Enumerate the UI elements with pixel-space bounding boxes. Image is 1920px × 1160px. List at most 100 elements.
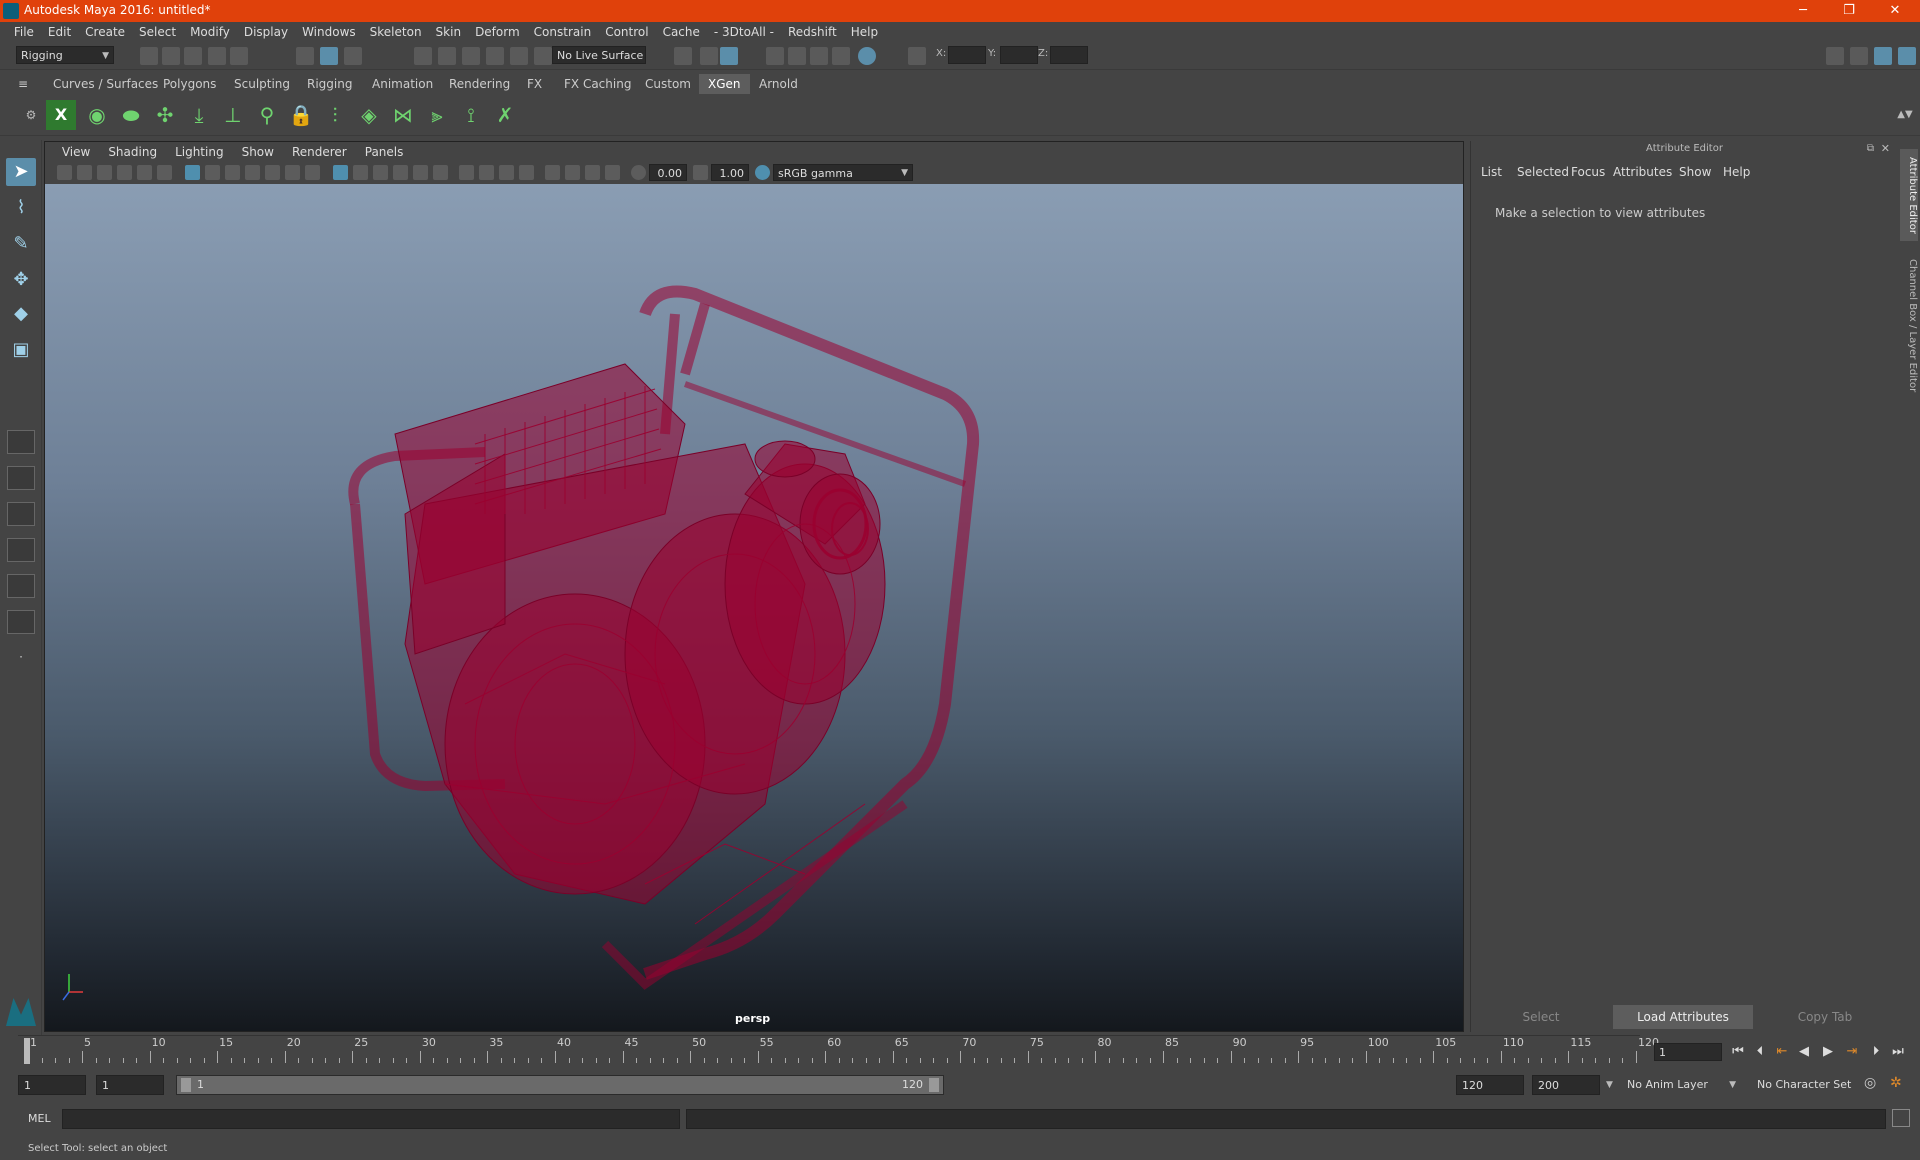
wireframe-on-shaded-icon[interactable] — [373, 165, 388, 180]
command-input[interactable] — [62, 1109, 680, 1129]
select-by-component-icon[interactable] — [344, 47, 362, 65]
menu-deform[interactable]: Deform — [468, 22, 527, 42]
four-view-layout-icon[interactable] — [7, 466, 35, 490]
snap-curve-icon[interactable] — [438, 47, 456, 65]
tab-rigging[interactable]: Rigging — [298, 74, 361, 94]
xray-joints-icon[interactable] — [585, 165, 600, 180]
attr-menu-selected[interactable]: Selected — [1517, 165, 1569, 179]
xgen-create-description-icon[interactable]: ⬬ — [116, 100, 146, 130]
screen-space-ao-icon[interactable] — [459, 165, 474, 180]
tab-animation[interactable]: Animation — [363, 74, 442, 94]
select-tool-icon[interactable]: ➤ — [6, 158, 36, 186]
snap-view-plane-icon[interactable] — [486, 47, 504, 65]
tab-polygons[interactable]: Polygons — [154, 74, 225, 94]
playback-end-field[interactable]: 120 — [1456, 1075, 1524, 1095]
minimize-button[interactable]: ─ — [1780, 0, 1826, 22]
open-scene-icon[interactable] — [162, 47, 180, 65]
xgen-curves-icon[interactable]: ⟟ — [456, 100, 486, 130]
single-perspective-layout-icon[interactable] — [7, 430, 35, 454]
current-frame-field[interactable]: 1 — [1654, 1043, 1722, 1061]
transform-constraint-icon[interactable] — [908, 47, 926, 65]
range-start-handle[interactable] — [181, 1078, 191, 1092]
new-scene-icon[interactable] — [140, 47, 158, 65]
image-plane-icon[interactable] — [117, 165, 132, 180]
persp-hypershade-layout-icon[interactable] — [7, 574, 35, 598]
copy-tab-button[interactable]: Copy Tab — [1755, 1005, 1895, 1029]
script-editor-icon[interactable] — [1892, 1109, 1910, 1127]
menu-constrain[interactable]: Constrain — [527, 22, 599, 42]
start-time-field[interactable]: 1 — [18, 1075, 86, 1095]
ipr-render-icon[interactable] — [810, 47, 828, 65]
grease-pencil-icon[interactable] — [157, 165, 172, 180]
use-all-lights-icon[interactable] — [413, 165, 428, 180]
xgen-flip-icon[interactable]: ⋈ — [388, 100, 418, 130]
chevron-down-icon[interactable]: ▼ — [1606, 1080, 1613, 1090]
close-button[interactable]: ✕ — [1872, 0, 1918, 22]
snap-live-icon[interactable] — [510, 47, 528, 65]
play-backwards-icon[interactable]: ◀ — [1794, 1042, 1814, 1062]
scale-tool-icon[interactable]: ▣ — [6, 336, 36, 364]
float-panel-icon[interactable]: ⧉ — [1867, 143, 1874, 154]
modeling-toolkit-icon[interactable] — [1826, 47, 1844, 65]
tab-rendering[interactable]: Rendering — [440, 74, 519, 94]
paint-select-tool-icon[interactable]: ✎ — [6, 230, 36, 258]
xgen-grass-icon[interactable]: ⫸ — [422, 100, 452, 130]
more-layouts-icon[interactable]: ⋅ — [7, 650, 35, 674]
camera-attributes-icon[interactable] — [77, 165, 92, 180]
field-chart-icon[interactable] — [265, 165, 280, 180]
select-by-hierarchy-icon[interactable] — [296, 47, 314, 65]
channel-box-toggle-icon[interactable] — [1898, 47, 1916, 65]
panel-menu-show[interactable]: Show — [233, 142, 283, 162]
undo-icon[interactable] — [208, 47, 226, 65]
xray-icon[interactable] — [565, 165, 580, 180]
menu-skin[interactable]: Skin — [429, 22, 469, 42]
gamma-icon[interactable] — [693, 165, 708, 180]
textured-icon[interactable] — [393, 165, 408, 180]
custom-layout-icon[interactable] — [7, 610, 35, 634]
outliner-icon[interactable] — [1850, 47, 1868, 65]
tab-custom[interactable]: Custom — [636, 74, 700, 94]
shelf-scroll-icon[interactable]: ▲▼ — [1890, 100, 1920, 130]
attr-menu-show[interactable]: Show — [1679, 165, 1711, 179]
rotate-tool-icon[interactable]: ◆ — [6, 300, 36, 328]
xgen-layers-icon[interactable]: ◈ — [354, 100, 384, 130]
tab-fx-caching[interactable]: FX Caching — [555, 74, 640, 94]
smooth-shade-icon[interactable] — [353, 165, 368, 180]
step-forward-frame-icon[interactable]: ⏵ — [1866, 1042, 1886, 1062]
playback-start-field[interactable]: 1 — [96, 1075, 164, 1095]
motion-blur-icon[interactable] — [479, 165, 494, 180]
anim-layer-dropdown[interactable]: No Anim Layer ▼ — [1622, 1075, 1740, 1095]
exposure-field[interactable]: 0.00 — [649, 164, 687, 181]
shelf-menu-icon[interactable]: ≡ — [18, 74, 30, 94]
wireframe-icon[interactable] — [333, 165, 348, 180]
menu-select[interactable]: Select — [132, 22, 183, 42]
xgen-delete-icon[interactable]: ✗ — [490, 100, 520, 130]
character-set-dropdown[interactable]: No Character Set — [1752, 1075, 1860, 1095]
safe-action-icon[interactable] — [285, 165, 300, 180]
input-ops-icon[interactable] — [674, 47, 692, 65]
xgen-sculpt-guides-icon[interactable]: ⫶ — [320, 100, 350, 130]
step-back-key-icon[interactable]: ⇤ — [1772, 1042, 1792, 1062]
x-field[interactable] — [948, 46, 986, 64]
gamma-field[interactable]: 1.00 — [711, 164, 749, 181]
z-field[interactable] — [1050, 46, 1088, 64]
bookmark-icon[interactable] — [97, 165, 112, 180]
panel-menu-panels[interactable]: Panels — [356, 142, 413, 162]
snap-grid-icon[interactable] — [414, 47, 432, 65]
shelf-gear-icon[interactable]: ⚙ — [16, 100, 46, 130]
menu-edit[interactable]: Edit — [41, 22, 78, 42]
save-scene-icon[interactable] — [184, 47, 202, 65]
hypershade-icon[interactable] — [858, 47, 876, 65]
redo-icon[interactable] — [230, 47, 248, 65]
render-view-icon[interactable] — [766, 47, 784, 65]
menu-help[interactable]: Help — [844, 22, 885, 42]
tab-curves-surfaces[interactable]: Curves / Surfaces — [44, 74, 167, 94]
make-live-icon[interactable] — [534, 47, 552, 65]
tab-attribute-editor[interactable]: Attribute Editor — [1900, 149, 1918, 241]
menu-create[interactable]: Create — [78, 22, 132, 42]
select-button[interactable]: Select — [1471, 1005, 1611, 1029]
menu-file[interactable]: File — [7, 22, 41, 42]
menu-display[interactable]: Display — [237, 22, 295, 42]
attribute-editor-toggle-icon[interactable] — [1874, 47, 1892, 65]
command-language-label[interactable]: MEL — [28, 1112, 51, 1125]
